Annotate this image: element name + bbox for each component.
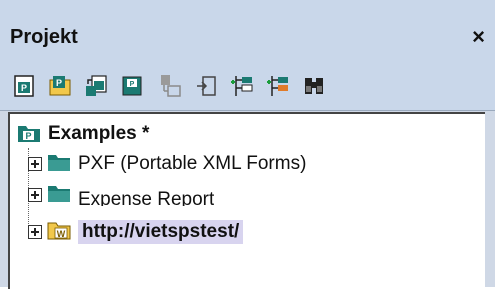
project-panel: Projekt × P P P P Examples * PXF (Portab… <box>0 0 495 289</box>
svg-text:P: P <box>21 83 27 93</box>
open-project-icon[interactable]: P <box>48 74 72 98</box>
add-folder-icon[interactable] <box>230 74 254 98</box>
project-tree: P Examples * PXF (Portable XML Forms) Ex… <box>8 112 485 289</box>
tree-item-pxf[interactable]: PXF (Portable XML Forms) <box>28 150 306 178</box>
expand-icon[interactable] <box>28 157 42 171</box>
save-project-icon[interactable]: P <box>120 74 144 98</box>
folder-icon <box>46 151 72 178</box>
expand-icon[interactable] <box>28 188 42 202</box>
tree-root-label: Examples * <box>48 123 150 144</box>
project-toolbar: P P P <box>0 62 495 111</box>
find-icon[interactable] <box>302 74 326 98</box>
reload-project-icon[interactable] <box>84 74 108 98</box>
panel-titlebar: Projekt × <box>0 0 495 62</box>
panel-title: Projekt <box>10 26 78 48</box>
project-icon: P <box>16 120 42 149</box>
new-project-icon[interactable]: P <box>12 74 36 98</box>
svg-text:P: P <box>25 131 31 141</box>
svg-text:P: P <box>56 78 62 88</box>
web-folder-icon: W <box>46 219 72 246</box>
tree-item-label: http://vietspstest/ <box>78 220 244 244</box>
tree-item-web-folder[interactable]: W http://vietspstest/ <box>28 218 244 246</box>
tree-root[interactable]: P Examples * <box>16 120 149 148</box>
add-url-icon[interactable] <box>194 74 218 98</box>
svg-text:P: P <box>130 81 135 88</box>
close-icon[interactable]: × <box>472 24 485 50</box>
svg-text:W: W <box>57 229 66 239</box>
add-files-icon[interactable] <box>158 74 182 98</box>
tree-item-label: PXF (Portable XML Forms) <box>78 153 307 174</box>
tree-item-expense[interactable]: Expense Report <box>28 184 214 206</box>
folder-icon <box>46 184 72 206</box>
add-external-folder-icon[interactable] <box>266 74 290 98</box>
tree-item-label: Expense Report <box>78 189 215 206</box>
expand-icon[interactable] <box>28 225 42 239</box>
